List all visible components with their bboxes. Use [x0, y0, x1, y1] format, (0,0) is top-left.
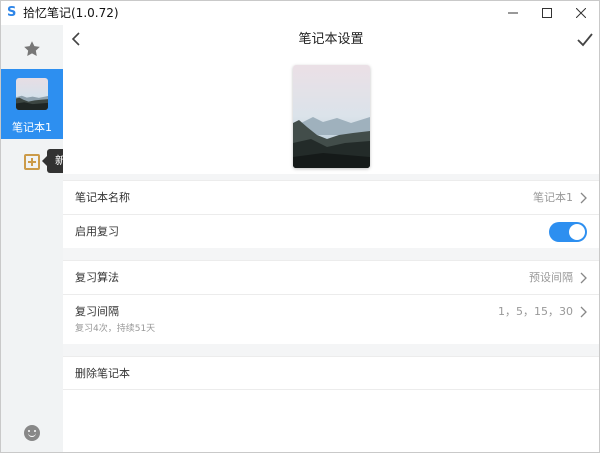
enable-review-toggle[interactable] [549, 222, 587, 242]
app-logo-icon: S [7, 5, 17, 20]
review-algorithm-value: 预设间隔 [529, 271, 573, 284]
minimize-icon [508, 12, 518, 14]
maximize-icon [542, 8, 552, 18]
add-notebook-icon[interactable] [24, 154, 40, 170]
chevron-right-icon [580, 306, 587, 318]
review-interval-summary: 复习4次，持续51天 [75, 324, 156, 334]
notebook-name-value: 笔记本1 [533, 191, 573, 204]
notebook-label: 笔记本1 [12, 121, 52, 134]
smile-icon[interactable] [24, 425, 40, 441]
minimize-button[interactable] [498, 1, 528, 25]
notebook-settings-panel: 笔记本设置 笔记本名称 笔记本1 启用复习 复习算法 预设间隔 复习间隔 复习4… [63, 25, 599, 452]
section-divider [63, 248, 599, 260]
review-algorithm-label: 复习算法 [75, 271, 119, 284]
close-icon [576, 8, 586, 18]
toggle-knob [569, 224, 585, 240]
app-title: 拾忆笔记(1.0.72) [23, 6, 119, 20]
notebook-cover-image[interactable] [293, 65, 370, 168]
sidebar: 笔记本1 [1, 25, 64, 452]
review-interval-row[interactable]: 复习间隔 复习4次，持续51天 1，5，15，30 [63, 294, 599, 344]
maximize-button[interactable] [532, 1, 562, 25]
check-icon [577, 33, 593, 47]
notebook-name-label: 笔记本名称 [75, 191, 130, 204]
enable-review-label: 启用复习 [75, 225, 119, 238]
confirm-button[interactable] [575, 30, 595, 50]
delete-notebook-label: 删除笔记本 [75, 367, 130, 380]
notebook-item[interactable]: 笔记本1 [1, 69, 63, 139]
app-window: S 拾忆笔记(1.0.72) 笔记本1 笔记本设置 笔记本名称 笔记本1 启用复… [0, 0, 600, 453]
chevron-right-icon [580, 192, 587, 204]
delete-notebook-row[interactable]: 删除笔记本 [63, 356, 599, 390]
page-title: 笔记本设置 [298, 32, 364, 47]
chevron-right-icon [580, 272, 587, 284]
star-icon [24, 41, 40, 56]
title-bar: S 拾忆笔记(1.0.72) [1, 1, 599, 25]
notebook-thumbnail [16, 78, 48, 110]
review-interval-label: 复习间隔 [75, 305, 119, 318]
notebook-name-row[interactable]: 笔记本名称 笔记本1 [63, 180, 599, 214]
review-algorithm-row[interactable]: 复习算法 预设间隔 [63, 260, 599, 294]
favorites-button[interactable] [21, 38, 43, 60]
close-button[interactable] [566, 1, 596, 25]
section-divider [63, 344, 599, 356]
enable-review-row: 启用复习 [63, 214, 599, 248]
review-interval-value: 1，5，15，30 [498, 305, 573, 318]
